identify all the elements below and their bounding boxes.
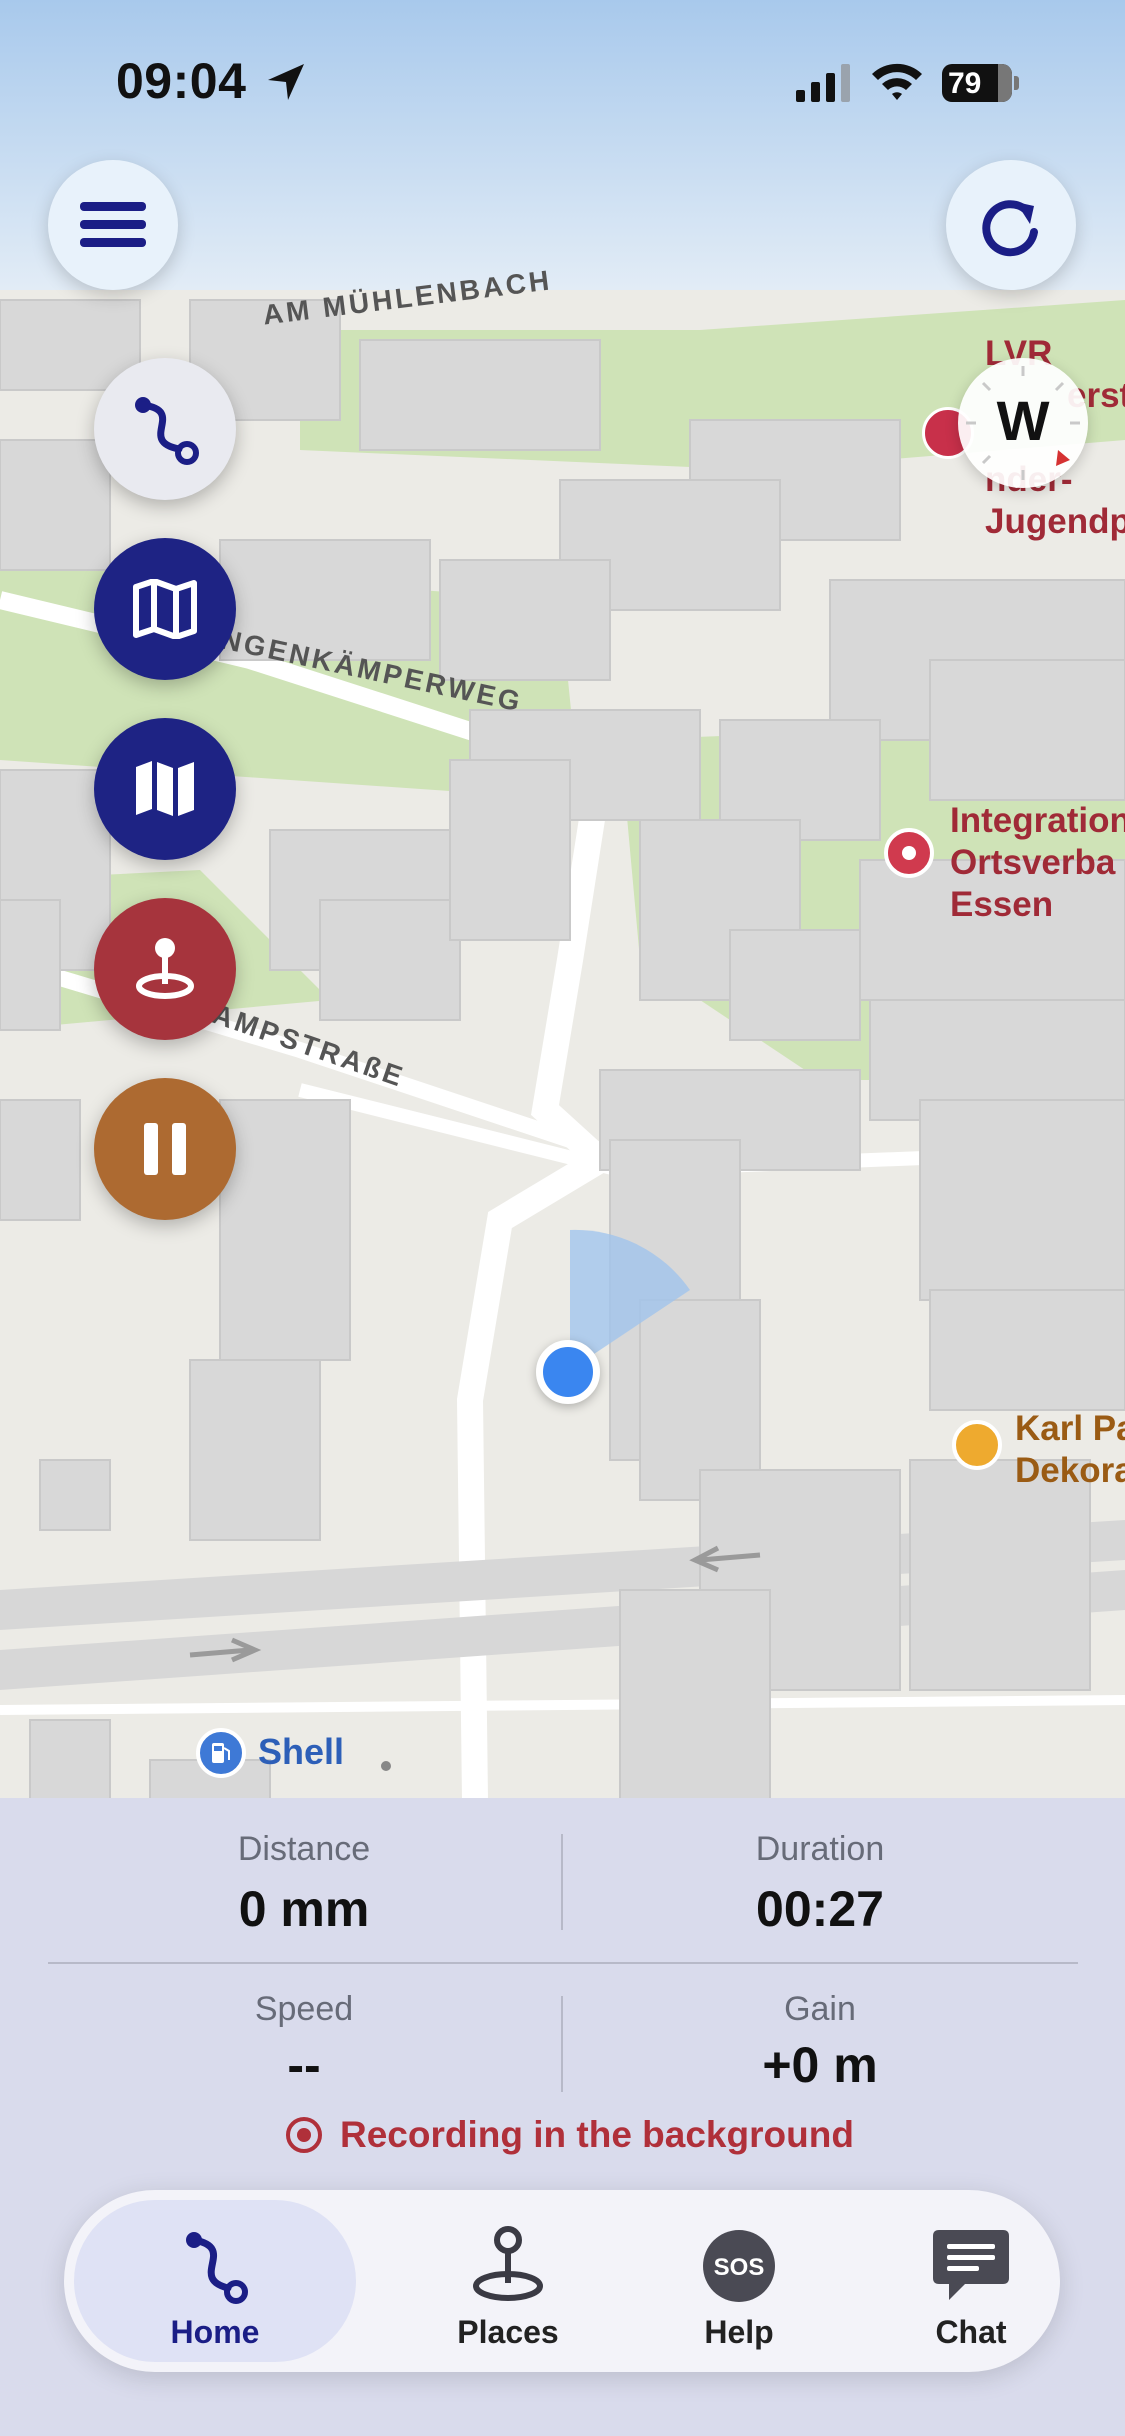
fuel-station-icon[interactable] [196,1728,246,1778]
tab-places[interactable]: Places [393,2200,623,2362]
pin-icon [136,938,194,999]
waypoint-button[interactable] [94,898,236,1040]
recording-status: Recording in the background [284,2112,854,2158]
refresh-icon [982,200,1038,257]
compass-button[interactable]: W [958,358,1088,488]
record-icon [286,2117,322,2153]
map-style-button[interactable] [94,538,236,680]
place-pin-icon [473,2226,543,2301]
chat-bubble-icon [933,2230,1009,2300]
tab-label: Help [704,2314,774,2350]
distance-label: Distance [237,1830,371,1868]
user-location-dot [536,1340,600,1404]
poi-label[interactable]: Integration Ortsverba Essen [950,800,1125,926]
duration-value: 00:27 [756,1881,884,1937]
pause-icon [144,1123,186,1175]
distance-value: 0 mm [238,1881,370,1937]
hamburger-icon [80,202,146,247]
poi-label[interactable]: Karl Pa Dekora [1015,1408,1125,1492]
tab-label: Chat [935,2314,1007,2350]
route-button[interactable] [94,358,236,500]
svg-text:SOS: SOS [714,2254,765,2281]
map-dot [381,1761,391,1771]
speed-label: Speed [254,1990,354,2028]
status-bar: 09:04 79 [0,0,1125,170]
pause-button[interactable] [94,1078,236,1220]
duration-label: Duration [755,1830,885,1868]
poi-marker[interactable] [952,1420,1002,1470]
divider [561,1996,563,2092]
speed-value: -- [287,2037,321,2093]
tab-label: Places [457,2314,559,2350]
refresh-button[interactable] [946,160,1076,290]
menu-button[interactable] [48,160,178,290]
compass-heading: W [996,389,1050,452]
tab-home[interactable]: Home [74,2200,356,2362]
status-time: 09:04 [116,53,247,109]
route-icon [186,2232,248,2304]
location-arrow-icon [268,64,304,100]
tab-chat[interactable]: Chat [856,2200,1086,2362]
battery-icon: 79 [942,64,1019,102]
poi-label[interactable]: Shell [258,1731,344,1773]
signal-icon [796,64,850,102]
tab-bar: Home Places SOS Help Chat [64,2190,1060,2372]
gain-value: +0 m [762,2037,878,2093]
route-icon [135,397,199,465]
tab-label: Home [170,2314,260,2350]
map-filled-icon [136,761,194,816]
divider [48,1962,1078,1964]
battery-level: 79 [948,67,982,100]
divider [561,1834,563,1930]
recording-text: Recording in the background [340,2114,854,2155]
map-outline-icon [133,579,197,639]
sos-icon: SOS [703,2230,775,2302]
poi-marker[interactable] [884,828,934,878]
gain-label: Gain [784,1990,856,2028]
tab-help[interactable]: SOS Help [624,2200,854,2362]
map-layers-button[interactable] [94,718,236,860]
wifi-icon [872,63,922,100]
